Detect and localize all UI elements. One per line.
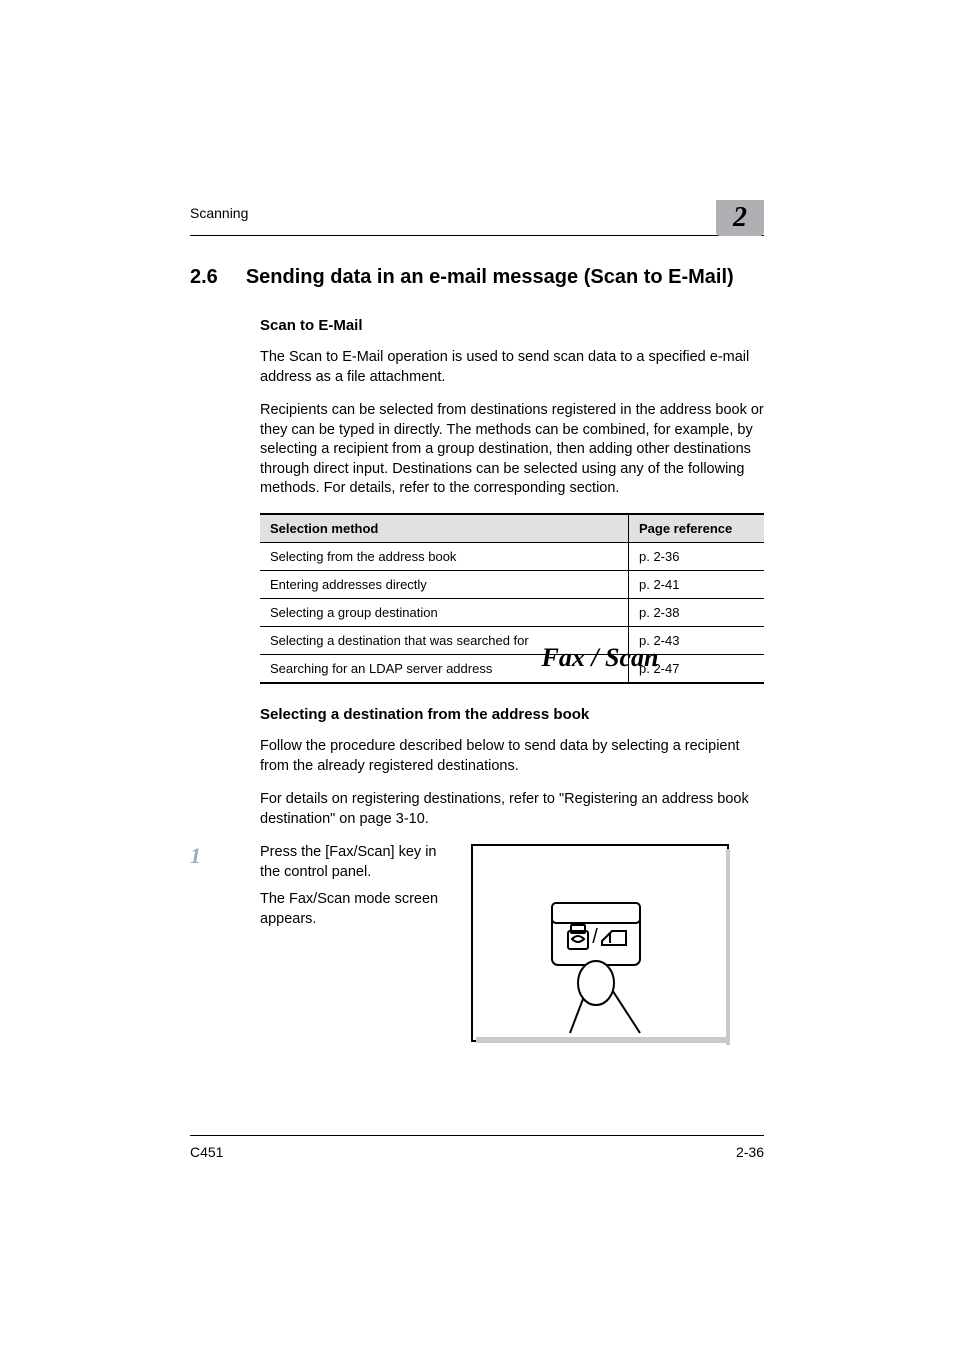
fax-scan-key-illustration: /	[470, 843, 730, 1063]
table-row: Entering addresses directly p. 2-41	[260, 570, 764, 598]
para-selecting-1: Follow the procedure described below to …	[260, 737, 764, 776]
footer-page-number: 2-36	[736, 1144, 764, 1160]
step-text: Press the [Fax/Scan] key in the control …	[260, 843, 450, 929]
td-method: Entering addresses directly	[260, 570, 629, 598]
th-selection-method: Selection method	[260, 514, 629, 543]
subhead-selecting-destination: Selecting a destination from the address…	[260, 706, 764, 723]
table-row: Selecting a group destination p. 2-38	[260, 598, 764, 626]
chapter-number-badge: 2	[716, 200, 764, 236]
running-head: Scanning 2	[190, 200, 764, 236]
para-selecting-2: For details on registering destinations,…	[260, 790, 764, 829]
step-number: 1	[190, 843, 240, 869]
svg-text:/: /	[592, 926, 598, 948]
para-scan-to-email-1: The Scan to E-Mail operation is used to …	[260, 348, 764, 387]
section-title: 2.6 Sending data in an e-mail message (S…	[190, 266, 764, 289]
section-title-text: Sending data in an e-mail message (Scan …	[246, 266, 734, 289]
footer-model: C451	[190, 1144, 223, 1160]
step-illustration: / Fax / Scan	[470, 843, 764, 1063]
td-ref: p. 2-41	[629, 570, 765, 598]
step-line-2: The Fax/Scan mode screen appears.	[260, 890, 450, 929]
running-head-section: Scanning	[190, 205, 248, 235]
td-method: Selecting from the address book	[260, 542, 629, 570]
td-ref: p. 2-36	[629, 542, 765, 570]
table-row: Selecting from the address book p. 2-36	[260, 542, 764, 570]
table-header-row: Selection method Page reference	[260, 514, 764, 543]
fax-scan-key-label: Fax / Scan	[470, 643, 730, 673]
td-method: Selecting a group destination	[260, 598, 629, 626]
step-line-1: Press the [Fax/Scan] key in the control …	[260, 843, 450, 882]
para-scan-to-email-2: Recipients can be selected from destinat…	[260, 401, 764, 499]
td-ref: p. 2-38	[629, 598, 765, 626]
page-footer: C451 2-36	[190, 1135, 764, 1160]
step-1: 1 Press the [Fax/Scan] key in the contro…	[190, 843, 764, 1063]
th-page-reference: Page reference	[629, 514, 765, 543]
subhead-scan-to-email: Scan to E-Mail	[260, 317, 764, 334]
section-number: 2.6	[190, 266, 218, 289]
